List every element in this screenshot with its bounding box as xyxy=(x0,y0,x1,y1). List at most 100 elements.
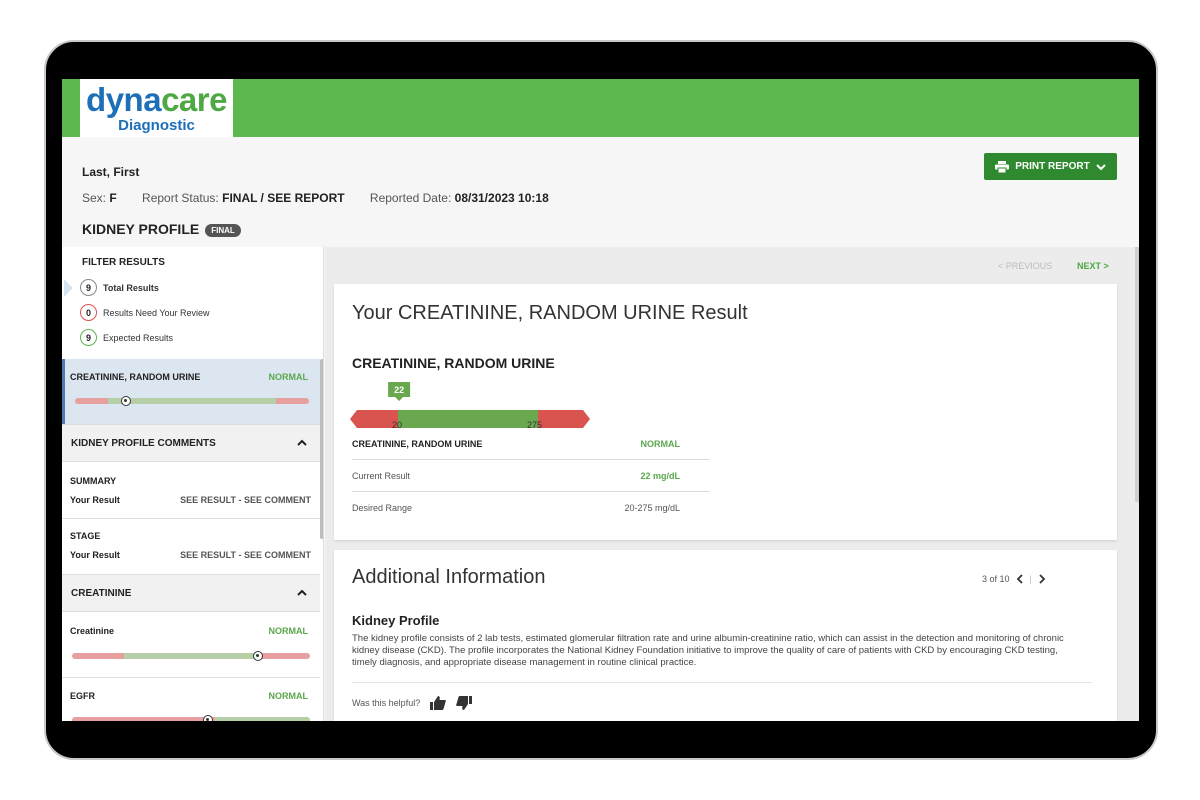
mini-range-marker xyxy=(252,651,263,661)
info-card-title: Additional Information xyxy=(352,566,546,588)
result-marker-label: 22 xyxy=(394,385,404,395)
result-marker: 22 xyxy=(388,382,411,401)
table-header-label: CREATININE, RANDOM URINE xyxy=(352,439,483,449)
helpful-label: Was this helpful? xyxy=(352,698,421,708)
mini-range-bar xyxy=(75,398,309,404)
mini-range-bar xyxy=(72,717,310,721)
range-normal-segment xyxy=(398,410,538,428)
result-range-bar: 22 xyxy=(350,382,590,428)
current-result-label: Current Result xyxy=(352,471,411,481)
status-label: Report Status: xyxy=(142,191,219,205)
result-card: Your CREATININE, RANDOM URINE Result CRE… xyxy=(334,284,1117,540)
desired-range-label: Desired Range xyxy=(352,503,413,513)
sidebar-item-creatinine[interactable]: Creatinine NORMAL xyxy=(62,613,320,677)
sex-label: Sex: xyxy=(82,191,107,205)
result-test-name: CREATININE, RANDOM URINE xyxy=(352,355,555,371)
next-link[interactable]: NEXT > xyxy=(1077,261,1109,271)
brand-logo[interactable]: dynacare Diagnostic xyxy=(80,79,233,137)
filter-label: Expected Results xyxy=(103,332,174,343)
filter-expected-results[interactable]: 9 Expected Results xyxy=(80,329,173,346)
info-card: Additional Information 3 of 10 | Kidney … xyxy=(334,550,1117,721)
info-pager: 3 of 10 | xyxy=(982,574,1046,584)
table-header-status: NORMAL xyxy=(640,439,681,449)
summary-result-value: SEE RESULT - SEE COMMENT xyxy=(180,495,311,505)
patient-meta: Sex: F Report Status: FINAL / SEE REPORT… xyxy=(82,191,549,205)
chevron-up-icon xyxy=(297,589,307,596)
divider xyxy=(352,459,710,460)
mini-range-marker xyxy=(202,715,213,721)
range-high-label: 275 xyxy=(527,420,543,430)
expected-count-badge: 9 xyxy=(80,329,97,346)
divider xyxy=(62,518,320,519)
chevron-right-icon[interactable] xyxy=(1038,574,1046,584)
range-low-label: 20 xyxy=(392,420,403,430)
pager-separator: | xyxy=(1029,574,1032,584)
kidney-comments-header[interactable]: KIDNEY PROFILE COMMENTS xyxy=(62,424,320,462)
section-title: KIDNEY PROFILE COMMENTS xyxy=(71,438,216,449)
mini-range-bar xyxy=(72,653,310,659)
current-result-value: 22 mg/dL xyxy=(640,471,680,481)
thumbs-down-icon[interactable] xyxy=(456,696,473,710)
logo-text-dyna: dyna xyxy=(86,81,162,118)
info-text: The kidney profile consists of 2 lab tes… xyxy=(352,633,1064,668)
summary-result-label: Your Result xyxy=(70,495,120,505)
range-high-segment xyxy=(538,410,590,428)
range-low-segment xyxy=(350,410,398,428)
section-title: CREATININE xyxy=(71,588,132,599)
pager-text: 3 of 10 xyxy=(982,574,1010,584)
patient-name: Last, First xyxy=(82,165,140,179)
profile-name: KIDNEY PROFILE xyxy=(82,221,200,237)
status-label: NORMAL xyxy=(268,372,309,382)
sex-value: F xyxy=(109,191,117,205)
filter-total-results[interactable]: 9 Total Results xyxy=(80,279,159,296)
chevron-up-icon xyxy=(297,439,307,446)
thumbs-up-icon[interactable] xyxy=(430,696,447,710)
info-heading: Kidney Profile xyxy=(352,613,440,628)
app-screen: dynacare Diagnostic Last, First Sex: F R… xyxy=(62,79,1139,721)
results-sidebar: FILTER RESULTS 9 Total Results 0 Results… xyxy=(62,247,324,721)
patient-info: Last, First Sex: F Report Status: FINAL … xyxy=(62,137,1139,247)
helpful-feedback: Was this helpful? xyxy=(352,696,473,710)
mini-range-marker xyxy=(121,396,132,406)
status-badge: FINAL xyxy=(205,223,241,237)
filter-label: Results Need Your Review xyxy=(103,307,210,318)
profile-title: KIDNEY PROFILE FINAL xyxy=(82,221,241,237)
chevron-down-icon xyxy=(1096,163,1106,170)
filter-title: FILTER RESULTS xyxy=(82,257,165,268)
previous-link[interactable]: < PREVIOUS xyxy=(998,261,1052,271)
main-scrollbar[interactable] xyxy=(1135,247,1139,502)
result-card-title: Your CREATININE, RANDOM URINE Result xyxy=(352,302,748,324)
filter-pointer xyxy=(64,279,73,297)
sidebar-scrollbar[interactable] xyxy=(320,359,323,539)
print-report-button[interactable]: PRINT REPORT xyxy=(984,153,1117,180)
status-label: NORMAL xyxy=(268,626,309,636)
print-report-label: PRINT REPORT xyxy=(1015,161,1090,172)
header-bar: dynacare Diagnostic xyxy=(62,79,1139,137)
date-label: Reported Date: xyxy=(369,191,452,205)
sidebar-item-label: Creatinine xyxy=(70,626,115,636)
stage-result-value: SEE RESULT - SEE COMMENT xyxy=(180,550,311,560)
desired-range-value: 20-275 mg/dL xyxy=(624,503,680,513)
stage-result-label: Your Result xyxy=(70,550,120,560)
creatinine-section-header[interactable]: CREATININE xyxy=(62,574,320,612)
date-value: 08/31/2023 10:18 xyxy=(454,191,549,205)
status-value: FINAL / SEE REPORT xyxy=(222,191,345,205)
sidebar-item-label: EGFR xyxy=(70,691,96,701)
logo-subtitle: Diagnostic xyxy=(118,117,195,134)
review-count-badge: 0 xyxy=(80,304,97,321)
stage-title: STAGE xyxy=(70,531,101,541)
sidebar-item-creatinine-random-urine[interactable]: CREATININE, RANDOM URINE NORMAL xyxy=(62,359,320,424)
filter-label: Total Results xyxy=(103,282,159,293)
logo-text-care: care xyxy=(161,81,227,118)
sidebar-item-egfr[interactable]: EGFR NORMAL xyxy=(62,678,320,721)
filter-review-results[interactable]: 0 Results Need Your Review xyxy=(80,304,210,321)
status-label: NORMAL xyxy=(268,691,309,701)
chevron-left-icon[interactable] xyxy=(1016,574,1024,584)
summary-title: SUMMARY xyxy=(70,476,117,486)
sidebar-item-label: CREATININE, RANDOM URINE xyxy=(70,372,201,382)
printer-icon xyxy=(995,160,1010,173)
main-content: < PREVIOUS NEXT > Your CREATININE, RANDO… xyxy=(325,247,1139,721)
divider xyxy=(352,682,1092,683)
divider xyxy=(352,491,710,492)
total-count-badge: 9 xyxy=(80,279,97,296)
